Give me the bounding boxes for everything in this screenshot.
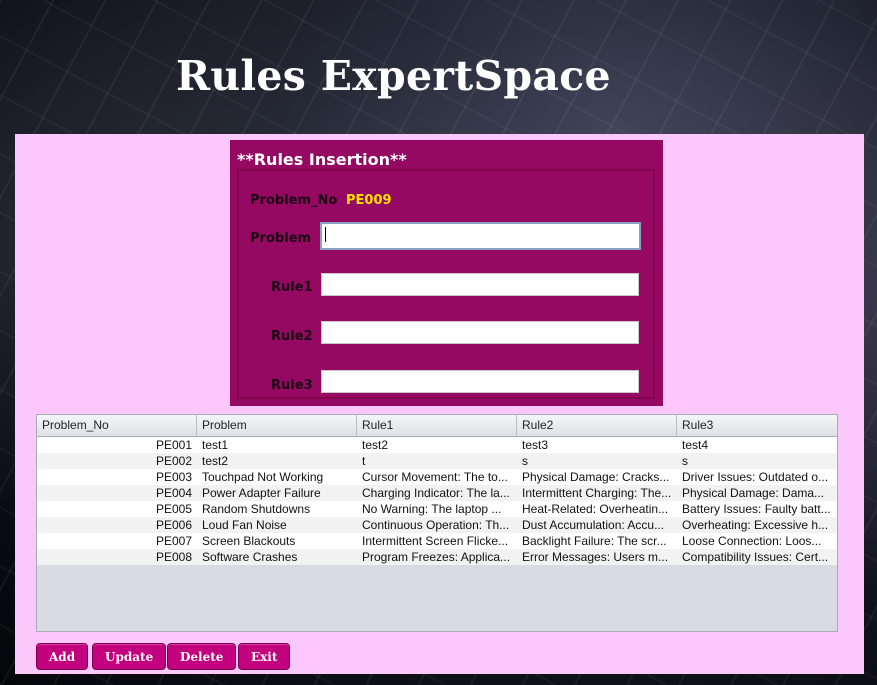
table-row[interactable]: PE007 Screen Blackouts Intermittent Screen… xyxy=(37,533,837,549)
table-cell[interactable]: Screen Blackouts xyxy=(197,533,357,549)
column-header-rule2[interactable]: Rule2 xyxy=(517,415,677,436)
app-title: Rules ExpertSpace xyxy=(176,52,611,100)
rule3-input[interactable] xyxy=(321,370,639,393)
table-cell[interactable]: Touchpad Not Working xyxy=(197,469,357,485)
text-caret xyxy=(325,227,326,242)
table-cell[interactable]: Intermittent Charging: The... xyxy=(517,485,677,501)
table-cell[interactable]: Intermittent Screen Flicke... xyxy=(357,533,517,549)
table-cell[interactable]: Dust Accumulation: Accu... xyxy=(517,517,677,533)
column-header-problem-no[interactable]: Problem_No xyxy=(37,415,197,436)
table-row[interactable]: PE006 Loud Fan Noise Continuous Operation:… xyxy=(37,517,837,533)
table-cell[interactable]: Software Crashes xyxy=(197,549,357,565)
table-cell[interactable]: test1 xyxy=(197,437,357,453)
table-cell[interactable]: Overheating: Excessive h... xyxy=(677,517,837,533)
table-cell[interactable]: Compatibility Issues: Cert... xyxy=(677,549,837,565)
table-cell[interactable]: PE006 xyxy=(37,517,197,533)
table-cell[interactable]: Charging Indicator: The la... xyxy=(357,485,517,501)
table-cell[interactable]: test2 xyxy=(197,453,357,469)
column-header-problem[interactable]: Problem xyxy=(197,415,357,436)
table-cell[interactable]: PE004 xyxy=(37,485,197,501)
column-header-rule3[interactable]: Rule3 xyxy=(677,415,837,436)
table-cell[interactable]: Continuous Operation: Th... xyxy=(357,517,517,533)
table-cell[interactable]: Random Shutdowns xyxy=(197,501,357,517)
table-cell[interactable]: Physical Damage: Cracks... xyxy=(517,469,677,485)
table-cell[interactable]: Power Adapter Failure xyxy=(197,485,357,501)
table-row[interactable]: PE002 test2 t s s xyxy=(37,453,837,469)
rule3-label: Rule3 xyxy=(271,378,313,393)
table-row[interactable]: PE003 Touchpad Not Working Cursor Movement… xyxy=(37,469,837,485)
table-cell[interactable]: Driver Issues: Outdated o... xyxy=(677,469,837,485)
table-cell[interactable]: Program Freezes: Applica... xyxy=(357,549,517,565)
table-cell[interactable]: PE007 xyxy=(37,533,197,549)
table-cell[interactable]: test3 xyxy=(517,437,677,453)
table-cell[interactable]: Backlight Failure: The scr... xyxy=(517,533,677,549)
table-cell[interactable]: No Warning: The laptop ... xyxy=(357,501,517,517)
exit-button[interactable]: Exit xyxy=(238,643,291,670)
add-button[interactable]: Add xyxy=(36,643,89,670)
problem-label: Problem xyxy=(250,231,311,246)
table-cell[interactable]: Heat-Related: Overheatin... xyxy=(517,501,677,517)
table-row[interactable]: PE008 Software Crashes Program Freezes: Ap… xyxy=(37,549,837,565)
rule1-label: Rule1 xyxy=(271,280,313,295)
table-cell[interactable]: Error Messages: Users m... xyxy=(517,549,677,565)
problem-input[interactable] xyxy=(320,222,641,250)
table-row[interactable]: PE005 Random Shutdowns No Warning: The lap… xyxy=(37,501,837,517)
table-cell[interactable]: test4 xyxy=(677,437,837,453)
table-cell[interactable]: Cursor Movement: The to... xyxy=(357,469,517,485)
table-cell[interactable]: Battery Issues: Faulty batt... xyxy=(677,501,837,517)
table-cell[interactable]: t xyxy=(357,453,517,469)
table-cell[interactable]: test2 xyxy=(357,437,517,453)
table-row[interactable]: PE004 Power Adapter Failure Charging Indic… xyxy=(37,485,837,501)
table-cell[interactable]: PE005 xyxy=(37,501,197,517)
rules-table: Problem_No Problem Rule1 Rule2 Rule3 PE0… xyxy=(36,414,838,632)
rule1-input[interactable] xyxy=(321,273,639,296)
delete-button[interactable]: Delete xyxy=(167,643,237,670)
problem-no-label: Problem_No xyxy=(250,193,338,208)
table-cell[interactable]: Loose Connection: Loos... xyxy=(677,533,837,549)
table-cell[interactable]: PE008 xyxy=(37,549,197,565)
table-cell[interactable]: Loud Fan Noise xyxy=(197,517,357,533)
table-cell[interactable]: PE001 xyxy=(37,437,197,453)
table-cell[interactable]: PE003 xyxy=(37,469,197,485)
table-cell[interactable]: s xyxy=(517,453,677,469)
table-cell[interactable]: Physical Damage: Dama... xyxy=(677,485,837,501)
update-button[interactable]: Update xyxy=(92,643,167,670)
column-header-rule1[interactable]: Rule1 xyxy=(357,415,517,436)
table-cell[interactable]: s xyxy=(677,453,837,469)
problem-no-value: PE009 xyxy=(346,193,392,208)
rule2-label: Rule2 xyxy=(271,329,313,344)
main-panel: **Rules Insertion** Problem_No PE009 Pro… xyxy=(15,134,864,674)
form-title: **Rules Insertion** xyxy=(237,150,407,169)
table-cell[interactable]: PE002 xyxy=(37,453,197,469)
table-body: PE001 test1 test2 test3 test4 PE002 test2 t s s PE… xyxy=(37,437,837,565)
rule2-input[interactable] xyxy=(321,321,639,344)
table-header: Problem_No Problem Rule1 Rule2 Rule3 xyxy=(37,415,837,437)
table-row[interactable]: PE001 test1 test2 test3 test4 xyxy=(37,437,837,453)
rules-insertion-panel: **Rules Insertion** Problem_No PE009 Pro… xyxy=(230,140,663,406)
